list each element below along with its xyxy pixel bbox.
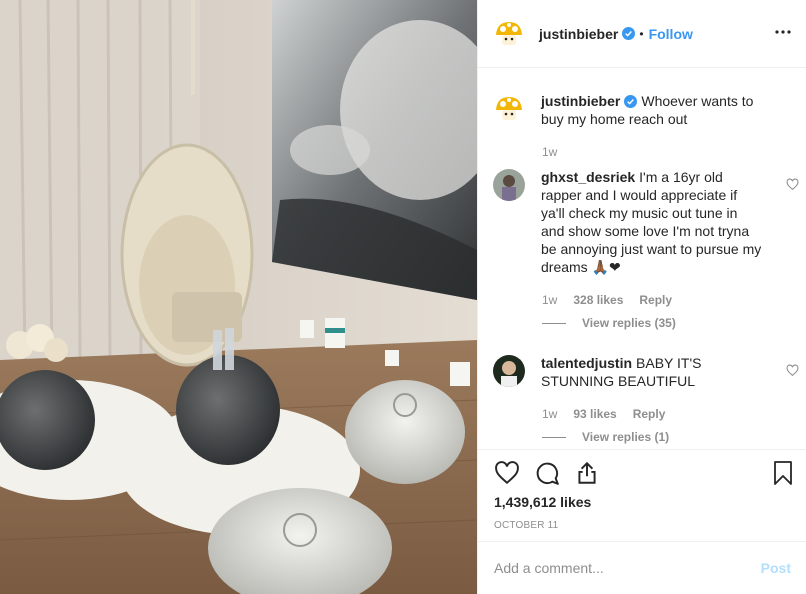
comment-likes[interactable]: 328 likes: [573, 293, 623, 307]
mushroom-avatar-icon: [493, 17, 525, 50]
reply-button[interactable]: Reply: [639, 293, 672, 307]
commenter-avatar[interactable]: [493, 355, 525, 387]
more-options-icon[interactable]: [773, 22, 793, 42]
action-icons: [494, 460, 600, 486]
user-photo-avatar: [493, 355, 525, 387]
comments-list[interactable]: justinbieber Whoever wants to buy my hom…: [478, 68, 806, 449]
commenter-avatar[interactable]: [493, 169, 525, 201]
comment-like-heart-icon[interactable]: [786, 178, 799, 191]
user-photo-avatar: [493, 169, 525, 201]
view-replies-button[interactable]: View replies (1): [542, 430, 669, 444]
reply-button[interactable]: Reply: [633, 407, 666, 421]
caption: justinbieber Whoever wants to buy my hom…: [493, 92, 793, 128]
view-replies-button[interactable]: View replies (35): [542, 316, 676, 330]
replies-divider: [542, 436, 566, 438]
post-photo[interactable]: [0, 0, 477, 594]
caption-meta: 1w: [542, 145, 557, 159]
post-details-panel: justinbieber • Follow justinbieber Whoev…: [477, 0, 806, 594]
author-avatar[interactable]: [493, 17, 525, 50]
comment-meta: 1w 328 likes Reply: [542, 293, 672, 307]
post-date[interactable]: OCTOBER 11: [494, 520, 558, 531]
comment-meta: 1w 93 likes Reply: [542, 407, 665, 421]
comment-item: talentedjustin BABY IT'S STUNNING BEAUTIF…: [493, 354, 793, 390]
replies-divider: [542, 322, 566, 324]
comment-time[interactable]: 1w: [542, 407, 557, 421]
comment-text-block: ghxst_desriek I'm a 16yr old rapper and I…: [541, 168, 763, 276]
comment-username[interactable]: talentedjustin: [541, 355, 632, 371]
view-replies-label: View replies (1): [582, 430, 670, 444]
comment-text-block: talentedjustin BABY IT'S STUNNING BEAUTIF…: [541, 354, 763, 390]
add-comment-bar: Post: [478, 541, 806, 594]
caption-text-block: justinbieber Whoever wants to buy my hom…: [541, 92, 763, 128]
view-replies-label: View replies (35): [582, 316, 676, 330]
follow-button[interactable]: Follow: [649, 26, 693, 42]
verified-badge-icon: [624, 95, 638, 108]
comment-item: ghxst_desriek I'm a 16yr old rapper and I…: [493, 168, 793, 276]
heart-icon[interactable]: [494, 460, 520, 486]
mushroom-avatar-icon: [493, 93, 525, 125]
comment-likes[interactable]: 93 likes: [573, 407, 616, 421]
verified-badge-icon: [622, 27, 636, 40]
caption-username[interactable]: justinbieber: [541, 93, 620, 109]
caption-time[interactable]: 1w: [542, 145, 557, 159]
comment-time[interactable]: 1w: [542, 293, 557, 307]
bookmark-icon[interactable]: [771, 460, 795, 486]
post-header: justinbieber • Follow: [478, 0, 806, 68]
room-photo-illustration: [0, 0, 477, 594]
share-icon[interactable]: [574, 460, 600, 486]
comment-icon[interactable]: [534, 460, 560, 486]
separator-dot: •: [639, 26, 644, 41]
add-comment-input[interactable]: [494, 560, 761, 576]
likes-count[interactable]: 1,439,612 likes: [494, 494, 591, 510]
post-actions: 1,439,612 likes OCTOBER 11: [478, 449, 806, 531]
author-avatar-small[interactable]: [493, 93, 525, 125]
comment-username[interactable]: ghxst_desriek: [541, 169, 635, 185]
comment-like-heart-icon[interactable]: [786, 364, 799, 377]
post-comment-button[interactable]: Post: [761, 560, 791, 576]
author-username[interactable]: justinbieber: [539, 26, 618, 42]
